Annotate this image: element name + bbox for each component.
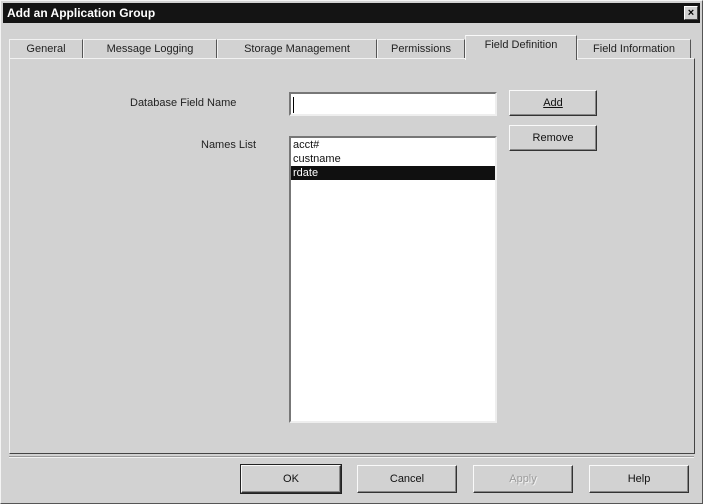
- tab-storage-management[interactable]: Storage Management: [217, 39, 377, 59]
- names-list[interactable]: acct# custname rdate: [289, 136, 497, 423]
- close-icon[interactable]: ×: [684, 6, 698, 20]
- tab-strip: General Message Logging Storage Manageme…: [9, 35, 694, 60]
- tab-field-definition[interactable]: Field Definition: [465, 35, 577, 60]
- remove-button[interactable]: Remove: [509, 125, 597, 151]
- title-bar[interactable]: Add an Application Group ×: [3, 3, 700, 23]
- db-field-name-input[interactable]: [289, 92, 497, 116]
- text-caret: [293, 97, 294, 113]
- list-item[interactable]: acct#: [291, 138, 495, 152]
- tab-general[interactable]: General: [9, 39, 83, 59]
- add-button-label: Add: [543, 97, 563, 109]
- list-item[interactable]: custname: [291, 152, 495, 166]
- names-list-label: Names List: [201, 139, 257, 151]
- cancel-button[interactable]: Cancel: [357, 465, 457, 493]
- tab-field-information[interactable]: Field Information: [577, 39, 691, 59]
- apply-button: Apply: [473, 465, 573, 493]
- list-item-selected[interactable]: rdate: [291, 166, 495, 180]
- tab-message-logging[interactable]: Message Logging: [83, 39, 217, 59]
- window-title: Add an Application Group: [7, 6, 156, 20]
- footer-separator: [9, 456, 694, 458]
- ok-button[interactable]: OK: [240, 464, 342, 494]
- add-button[interactable]: Add: [509, 90, 597, 116]
- dialog-window: Add an Application Group × General Messa…: [0, 0, 703, 504]
- tab-permissions[interactable]: Permissions: [377, 39, 465, 59]
- tab-panel-field-definition: Database Field Name Names List acct# cus…: [9, 58, 695, 454]
- db-field-name-label: Database Field Name: [130, 97, 237, 109]
- help-button[interactable]: Help: [589, 465, 689, 493]
- remove-button-label: Remove: [532, 132, 574, 144]
